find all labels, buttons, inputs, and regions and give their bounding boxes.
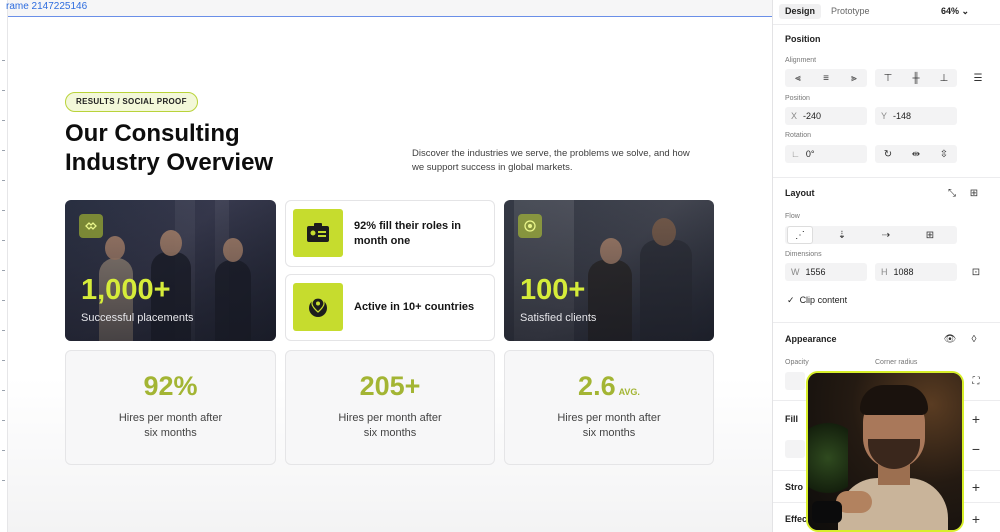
frame-label[interactable]: rame 2147225146 <box>6 1 87 12</box>
stat-card-hires[interactable]: 205+ Hires per month after six months <box>285 350 495 465</box>
section-effects: Effec <box>785 514 808 524</box>
stat-card-percent[interactable]: 92% Hires per month after six months <box>65 350 276 465</box>
target-icon <box>518 214 542 238</box>
add-fill-icon[interactable]: + <box>963 410 989 428</box>
distribute-icon[interactable]: ☰ <box>965 69 991 87</box>
width-field[interactable]: W 1556 <box>785 263 867 281</box>
angle-icon: ∟ <box>791 149 800 159</box>
stat-suffix: AVG. <box>618 387 640 397</box>
card-caption: Satisfied clients <box>520 312 597 324</box>
y-position-field[interactable]: Y -148 <box>875 107 957 125</box>
tab-prototype[interactable]: Prototype <box>825 4 876 19</box>
id-card-icon <box>293 209 343 257</box>
chevron-down-icon: ⌄ <box>961 6 970 16</box>
rotate-icon[interactable]: ↻ <box>875 145 901 163</box>
mini-card-text: Active in 10+ countries <box>354 301 475 313</box>
corner-radius-label: Corner radius <box>875 359 918 366</box>
resize-icon[interactable]: ⊡ <box>963 263 989 281</box>
title-line-1: Our Consulting <box>65 120 240 147</box>
flow-horizontal-icon[interactable]: ⇢ <box>873 226 899 244</box>
position-label: Position <box>785 95 810 102</box>
dimensions-label: Dimensions <box>785 251 822 258</box>
stat-caption: Hires per month after six months <box>118 412 223 439</box>
stat-value: 205+ <box>359 371 421 401</box>
design-canvas[interactable]: rame 2147225146 RESULTS / SOCIAL PROOF O… <box>0 0 772 532</box>
section-appearance: Appearance <box>785 334 837 344</box>
alignment-label: Alignment <box>785 57 817 64</box>
tab-design[interactable]: Design <box>779 4 822 19</box>
checkmark-icon: ✓ <box>787 295 795 305</box>
section-badge: RESULTS / SOCIAL PROOF <box>65 92 198 112</box>
subtitle-line-1: Discover the industries we serve, the pr… <box>412 148 690 159</box>
webcam-overlay <box>806 371 964 532</box>
globe-location-icon <box>293 283 343 331</box>
card-value: 1,000+ <box>81 274 171 306</box>
section-fill: Fill <box>785 414 798 424</box>
selected-frame[interactable]: RESULTS / SOCIAL PROOF Our Consulting In… <box>8 16 772 532</box>
zoom-level[interactable]: 64% ⌄ <box>935 4 975 19</box>
stat-card-placements[interactable]: 1,000+ Successful placements <box>65 200 276 341</box>
flow-freeform-icon[interactable]: ⋰ <box>787 226 813 244</box>
stat-value: 2.6 AVG. <box>578 371 640 401</box>
flow-label: Flow <box>785 213 800 220</box>
panel-tabs: Design Prototype 64% ⌄ <box>773 0 1000 22</box>
rotation-label: Rotation <box>785 132 812 139</box>
corner-expand-icon[interactable]: ⛶ <box>963 372 989 390</box>
flip-vertical-icon[interactable]: ⇳ <box>931 145 957 163</box>
align-bottom-icon[interactable]: ⊥ <box>931 69 957 87</box>
stat-card-average[interactable]: 2.6 AVG. Hires per month after six months <box>504 350 714 465</box>
stat-caption: Hires per month after six months <box>557 412 661 439</box>
left-ruler <box>0 0 8 532</box>
section-stroke: Stro <box>785 482 803 492</box>
align-center-horizontal-icon[interactable]: ≡ <box>813 69 839 87</box>
subtitle: Discover the industries we serve, the pr… <box>412 147 722 175</box>
align-middle-icon[interactable]: ╫ <box>903 69 929 87</box>
title-line-2: Industry Overview <box>65 149 274 176</box>
flow-grid-icon[interactable]: ⊞ <box>917 226 943 244</box>
section-layout: Layout <box>785 188 815 198</box>
add-effect-icon[interactable]: + <box>963 510 989 528</box>
drop-icon[interactable]: ◊ <box>961 330 987 348</box>
stat-card-clients[interactable]: 100+ Satisfied clients <box>504 200 714 341</box>
section-position: Position <box>785 34 821 44</box>
remove-fill-icon[interactable]: − <box>963 440 989 458</box>
clip-content-toggle[interactable]: ✓ Clip content <box>787 295 847 306</box>
card-value: 100+ <box>520 274 586 306</box>
eye-icon[interactable]: 👁 <box>937 330 963 348</box>
add-stroke-icon[interactable]: + <box>963 478 989 496</box>
card-caption: Successful placements <box>81 312 194 324</box>
height-field[interactable]: H 1088 <box>875 263 957 281</box>
handshake-icon <box>79 214 103 238</box>
rotation-field[interactable]: ∟ 0° <box>785 145 867 163</box>
flip-horizontal-icon[interactable]: ⇹ <box>903 145 929 163</box>
mini-card-countries[interactable]: Active in 10+ countries <box>285 274 495 341</box>
auto-layout-icon[interactable]: ⊞ <box>961 184 987 202</box>
x-position-field[interactable]: X -240 <box>785 107 867 125</box>
mini-card-fill-roles[interactable]: 92% fill their roles in month one <box>285 200 495 267</box>
opacity-label: Opacity <box>785 359 809 366</box>
flow-vertical-icon[interactable]: ⇣ <box>829 226 855 244</box>
page-title: Our Consulting Industry Overview <box>65 119 273 177</box>
opacity-field[interactable] <box>785 372 805 390</box>
align-top-icon[interactable]: ⊤ <box>875 69 901 87</box>
stat-value: 92% <box>143 371 198 401</box>
align-right-icon[interactable]: ⫸ <box>841 69 867 87</box>
subtitle-line-2: we support success in global markets. <box>412 162 573 173</box>
align-left-icon[interactable]: ⫷ <box>785 69 811 87</box>
fill-swatch[interactable] <box>785 440 805 458</box>
stat-caption: Hires per month after six months <box>338 412 442 439</box>
mini-card-text: 92% fill their roles in month one <box>354 219 461 247</box>
